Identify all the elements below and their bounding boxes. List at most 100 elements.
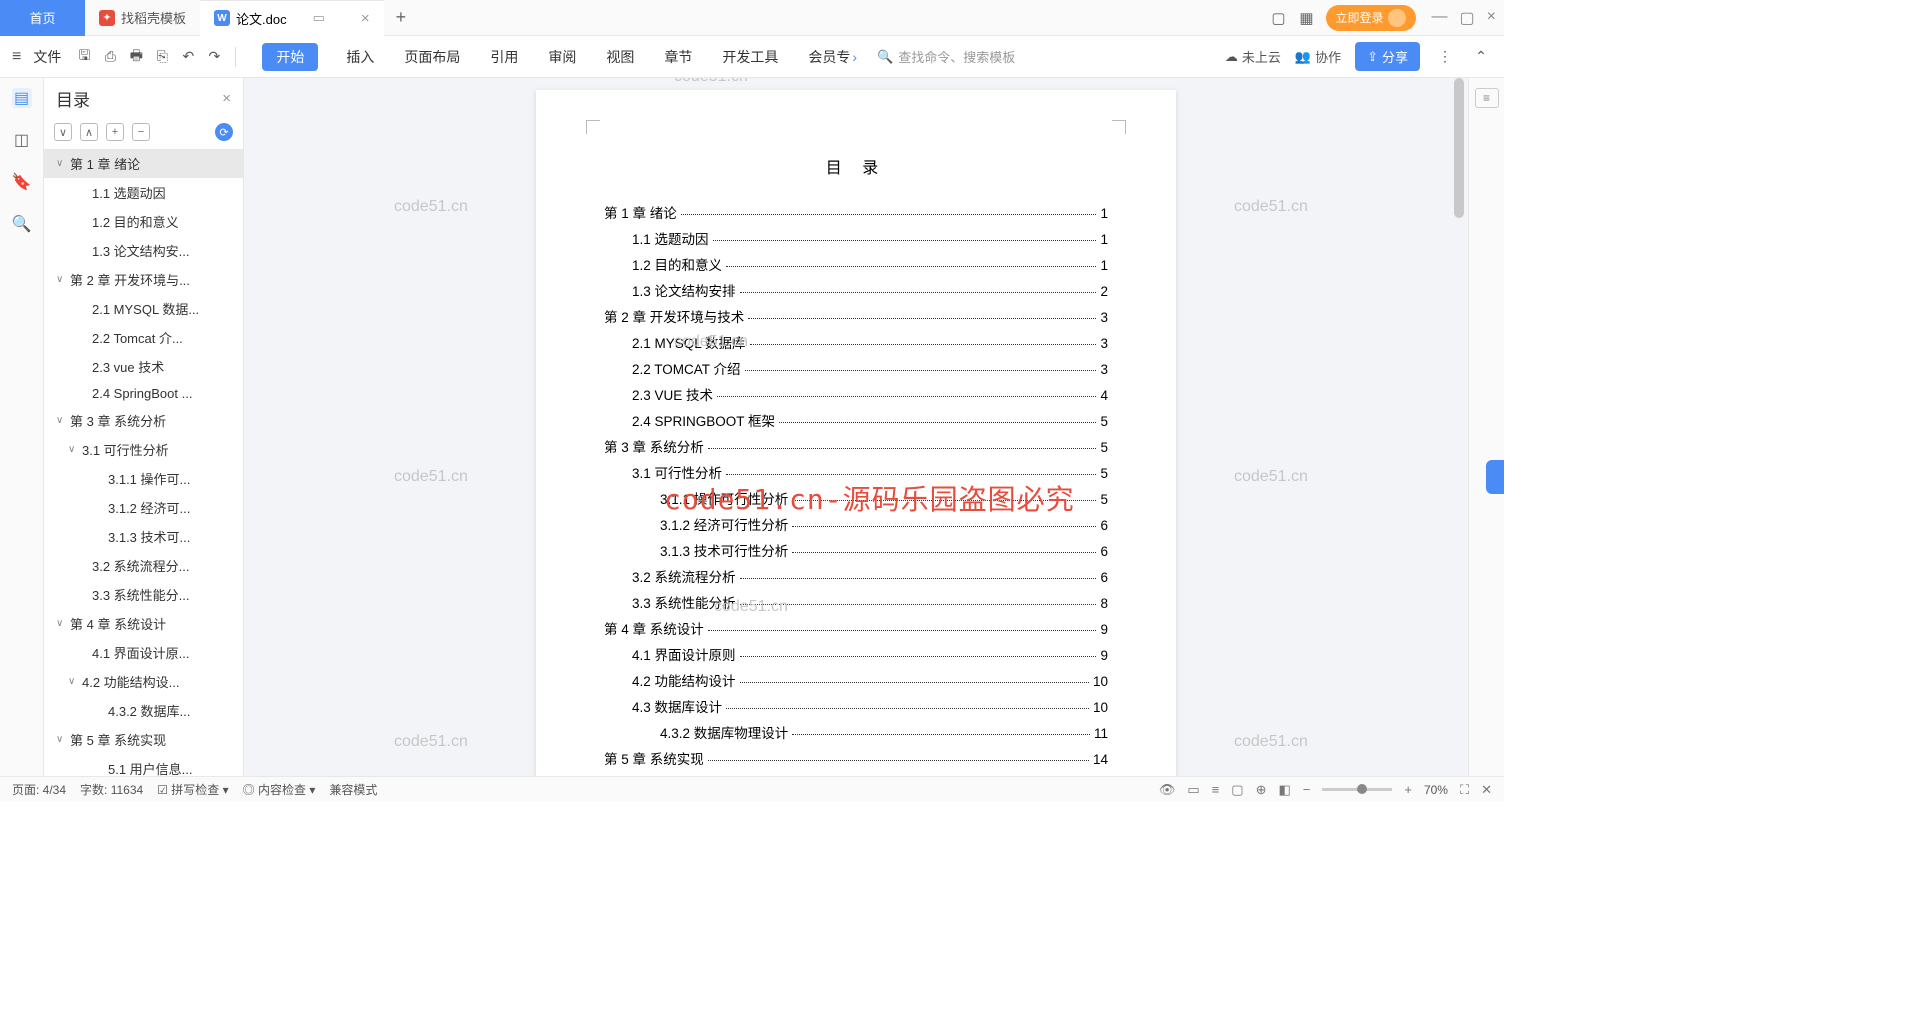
more-icon[interactable]: ⋮	[1434, 46, 1456, 68]
menu-start[interactable]: 开始	[262, 43, 318, 71]
zoom-value[interactable]: 70%	[1424, 783, 1448, 797]
outline-node[interactable]: 4.3.2 数据库...	[44, 696, 243, 725]
outline-node[interactable]: 3.1.1 操作可...	[44, 464, 243, 493]
outline-node[interactable]: 3.3 系统性能分...	[44, 580, 243, 609]
outline-node[interactable]: 4.1 界面设计原...	[44, 638, 243, 667]
tab-home[interactable]: 首页	[0, 0, 85, 36]
tab-document[interactable]: W论文.doc▭×	[200, 0, 384, 36]
eye-icon[interactable]: 👁	[1159, 782, 1176, 798]
titlebar: 首页 ✦找稻壳模板 W论文.doc▭× + ▢ ▦ 立即登录 — ▢ ×	[0, 0, 1504, 36]
template-icon: ✦	[99, 10, 115, 26]
page-indicator[interactable]: 页面: 4/34	[12, 781, 66, 798]
outline-node[interactable]: 3.1.2 经济可...	[44, 493, 243, 522]
login-button[interactable]: 立即登录	[1326, 5, 1416, 31]
menu-review[interactable]: 审阅	[546, 43, 578, 71]
word-count[interactable]: 字数: 11634	[80, 781, 143, 798]
vertical-scrollbar[interactable]	[1454, 78, 1464, 776]
expand-all-icon[interactable]: ∧	[80, 123, 98, 141]
outline-node[interactable]: ∨第 3 章 系统分析	[44, 406, 243, 435]
right-rail-toggle[interactable]: ≡	[1475, 88, 1499, 108]
watermark: code51.cn	[1234, 468, 1308, 486]
maximize-icon[interactable]: ▢	[1460, 8, 1475, 28]
outline-node[interactable]: ∨4.2 功能结构设...	[44, 667, 243, 696]
outline-node[interactable]: ∨第 5 章 系统实现	[44, 725, 243, 754]
outline-node[interactable]: 5.1 用户信息...	[44, 754, 243, 776]
layout-icon[interactable]: ▢	[1270, 9, 1288, 27]
menu-ref[interactable]: 引用	[488, 43, 520, 71]
remove-icon[interactable]: −	[132, 123, 150, 141]
toc-row: 3.1.2 经济可行性分析6	[604, 514, 1108, 534]
outline-node[interactable]: 2.1 MYSQL 数据...	[44, 294, 243, 323]
menu-dev[interactable]: 开发工具	[720, 43, 780, 71]
collab-icon: 👥	[1295, 49, 1311, 65]
document-canvas[interactable]: code51.cn code51.cn code51.cn code51.cn …	[244, 78, 1468, 776]
menu-view[interactable]: 视图	[604, 43, 636, 71]
outline-node[interactable]: 2.4 SpringBoot ...	[44, 381, 243, 406]
share-button[interactable]: ⇪分享	[1355, 42, 1420, 71]
share-icon: ⇪	[1367, 49, 1378, 65]
add-icon[interactable]: +	[106, 123, 124, 141]
refresh-icon[interactable]: ⟳	[215, 123, 233, 141]
watermark: code51.cn	[1234, 198, 1308, 216]
command-search[interactable]: 🔍查找命令、搜索模板	[877, 47, 1015, 66]
outline-node[interactable]: ∨3.1 可行性分析	[44, 435, 243, 464]
apps-icon[interactable]: ▦	[1298, 9, 1316, 27]
redo-icon[interactable]: ↷	[203, 46, 225, 68]
preview-icon[interactable]: ⎘	[151, 46, 173, 68]
zoom-out-icon[interactable]: −	[1303, 782, 1311, 797]
new-tab-button[interactable]: +	[384, 7, 419, 28]
menu-member[interactable]: 会员专	[806, 43, 859, 71]
fullscreen-icon[interactable]: ⛶	[1460, 782, 1469, 798]
outline-node[interactable]: ∨第 2 章 开发环境与...	[44, 265, 243, 294]
outline-node[interactable]: 1.2 目的和意义	[44, 207, 243, 236]
collapse-ribbon-icon[interactable]: ⌃	[1470, 46, 1492, 68]
statusbar: 页面: 4/34 字数: 11634 ☑ 拼写检查 ▾ ◎ 内容检查 ▾ 兼容模…	[0, 776, 1504, 802]
viewmode2-icon[interactable]: ≡	[1212, 782, 1220, 797]
toc-row: 第 3 章 系统分析5	[604, 436, 1108, 456]
web-layout-icon[interactable]: ⊕	[1256, 782, 1267, 798]
cloud-status[interactable]: ☁未上云	[1225, 47, 1281, 66]
save-icon[interactable]: 🖫	[73, 46, 95, 68]
scroll-thumb[interactable]	[1454, 78, 1464, 218]
close-tab-icon[interactable]: ×	[361, 10, 370, 27]
outline-node[interactable]: 1.1 选题动因	[44, 178, 243, 207]
close-outline-icon[interactable]: ×	[222, 90, 231, 107]
outline-node[interactable]: 3.2 系统流程分...	[44, 551, 243, 580]
outline-tree[interactable]: ∨第 1 章 绪论1.1 选题动因1.2 目的和意义1.3 论文结构安...∨第…	[44, 149, 243, 776]
chapter-rail-icon[interactable]: ◫	[12, 130, 32, 150]
print-layout-icon[interactable]: ◧	[1278, 782, 1290, 798]
spellcheck-toggle[interactable]: ☑ 拼写检查 ▾	[157, 781, 228, 798]
outline-node[interactable]: ∨第 1 章 绪论	[44, 149, 243, 178]
outline-node[interactable]: 2.3 vue 技术	[44, 352, 243, 381]
viewmode1-icon[interactable]: ▭	[1187, 782, 1199, 798]
minimize-icon[interactable]: —	[1432, 8, 1448, 28]
watermark: code51.cn	[394, 198, 468, 216]
content-check[interactable]: ◎ 内容检查 ▾	[243, 781, 316, 798]
outline-rail-icon[interactable]: ▤	[12, 88, 32, 108]
menu-insert[interactable]: 插入	[344, 43, 376, 71]
zoom-slider[interactable]	[1322, 788, 1392, 791]
file-menu[interactable]: 文件	[33, 47, 61, 67]
outline-node[interactable]: 2.2 Tomcat 介...	[44, 323, 243, 352]
tab-template[interactable]: ✦找稻壳模板	[85, 0, 200, 36]
settings-icon[interactable]: ✕	[1481, 782, 1492, 798]
print-icon[interactable]: 🖶	[125, 46, 147, 68]
viewmode3-icon[interactable]: ▢	[1231, 782, 1243, 798]
collapse-all-icon[interactable]: ∨	[54, 123, 72, 141]
outline-node[interactable]: ∨第 4 章 系统设计	[44, 609, 243, 638]
toc-list: 第 1 章 绪论11.1 选题动因11.2 目的和意义11.3 论文结构安排2第…	[604, 202, 1108, 768]
bookmark-rail-icon[interactable]: 🔖	[12, 172, 32, 192]
collab-button[interactable]: 👥协作	[1295, 47, 1341, 66]
undo-icon[interactable]: ↶	[177, 46, 199, 68]
menu-chapter[interactable]: 章节	[662, 43, 694, 71]
window-mode-icon[interactable]: ▭	[313, 10, 325, 26]
close-window-icon[interactable]: ×	[1487, 8, 1496, 28]
menu-layout[interactable]: 页面布局	[402, 43, 462, 71]
outline-node[interactable]: 1.3 论文结构安...	[44, 236, 243, 265]
search-rail-icon[interactable]: 🔍	[12, 214, 32, 234]
zoom-in-icon[interactable]: +	[1404, 782, 1412, 797]
outline-node[interactable]: 3.1.3 技术可...	[44, 522, 243, 551]
hamburger-icon[interactable]: ≡	[12, 48, 21, 66]
side-pull-tab[interactable]	[1486, 460, 1504, 494]
export-icon[interactable]: ⎙	[99, 46, 121, 68]
